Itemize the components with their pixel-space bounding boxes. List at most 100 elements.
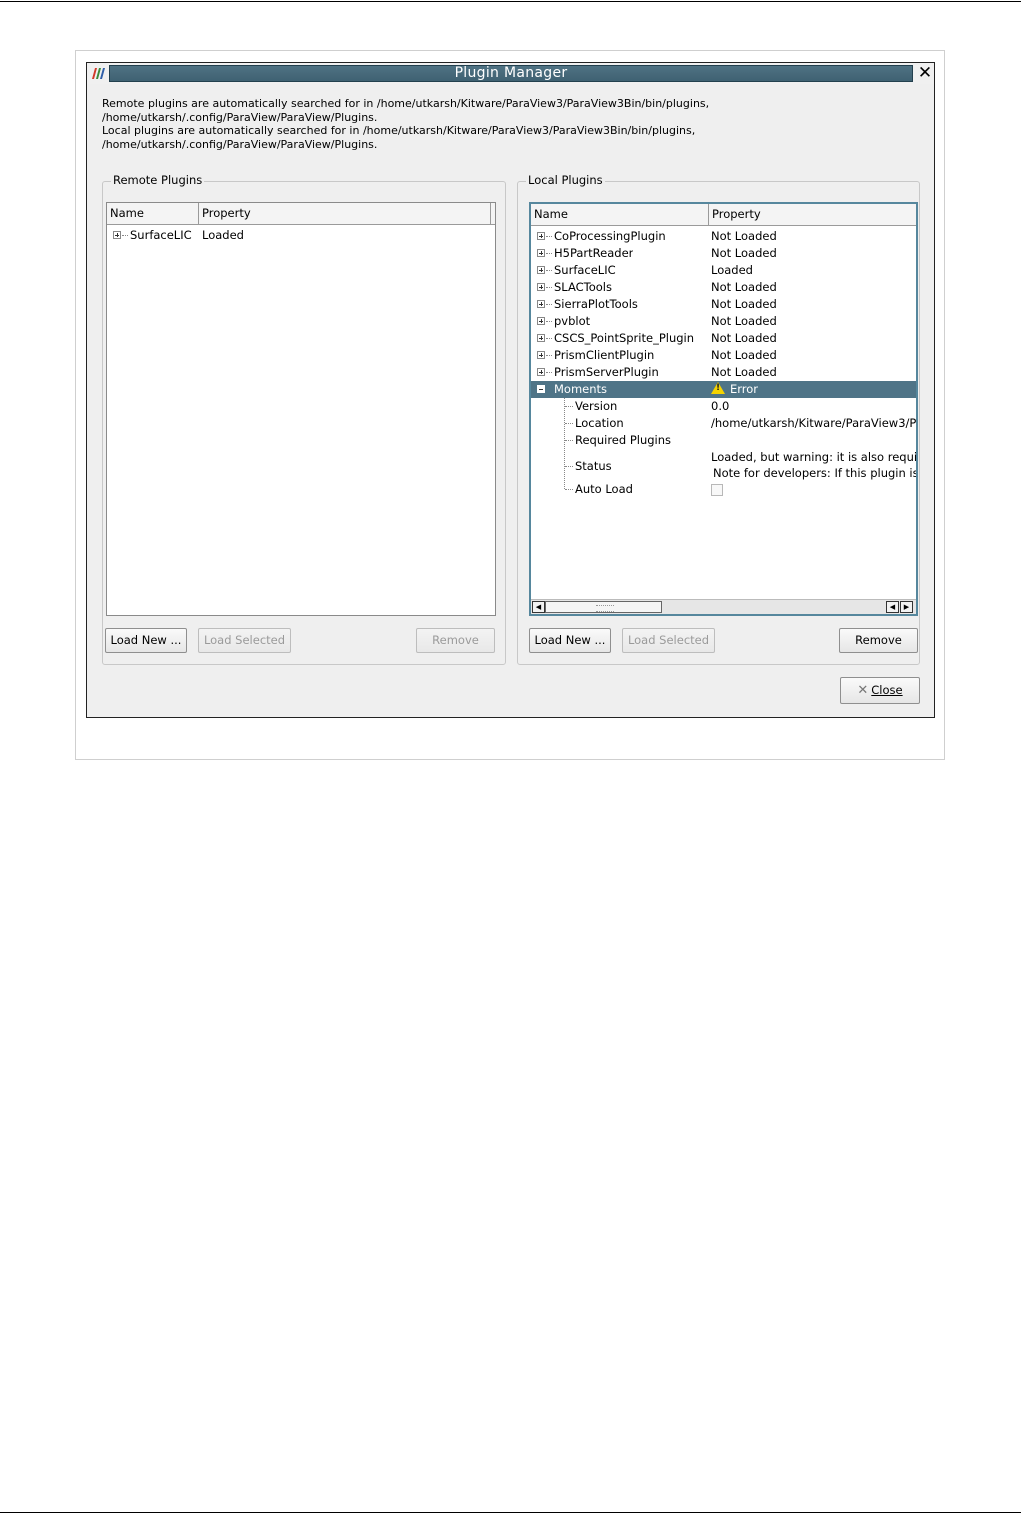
expand-icon[interactable] — [113, 231, 121, 239]
remote-plugins-title: Remote Plugins — [111, 173, 205, 187]
tree-branch-line — [565, 489, 573, 490]
tree-row[interactable]: SurfaceLIC Loaded — [531, 262, 916, 279]
tree-row[interactable]: CoProcessingPlugin Not Loaded — [531, 228, 916, 245]
remote-plugins-tree[interactable]: Name Property SurfaceLIC Loaded — [106, 202, 496, 616]
scroll-left-icon[interactable]: ◀ — [886, 601, 899, 613]
plugin-name: pvblot — [554, 314, 591, 328]
tree-row[interactable]: CSCS_PointSprite_Plugin Not Loaded — [531, 330, 916, 347]
expand-icon[interactable] — [537, 232, 545, 240]
local-remove-button[interactable]: Remove — [839, 628, 918, 653]
plugin-property: Not Loaded — [711, 365, 777, 379]
page-bottom-rule — [0, 1512, 1021, 1513]
tree-branch-line — [546, 287, 552, 288]
tree-branch-line — [565, 440, 573, 441]
tree-row[interactable]: SurfaceLIC Loaded — [107, 227, 495, 244]
detail-row-auto-load[interactable]: Auto Load — [531, 481, 916, 498]
tree-row[interactable]: pvblot Not Loaded — [531, 313, 916, 330]
plugin-name: CSCS_PointSprite_Plugin — [554, 331, 695, 345]
plugin-property: Not Loaded — [711, 229, 777, 243]
title-bar: Plugin Manager ✕ — [87, 63, 934, 84]
plugin-name: SLACTools — [554, 280, 612, 294]
remote-remove-button[interactable]: Remove — [416, 628, 495, 653]
tree-branch-line — [546, 321, 552, 322]
plugin-name: PrismServerPlugin — [554, 365, 659, 379]
tree-row[interactable]: H5PartReader Not Loaded — [531, 245, 916, 262]
local-plugins-tree[interactable]: Name Property CoProcessingPlugin Not Loa… — [529, 202, 918, 616]
tree-branch-line — [546, 338, 552, 339]
detail-row-required-plugins[interactable]: Required Plugins — [531, 432, 916, 449]
expand-icon[interactable] — [537, 283, 545, 291]
tree-row[interactable]: SLACTools Not Loaded — [531, 279, 916, 296]
detail-row-version[interactable]: Version 0.0 — [531, 398, 916, 415]
scroll-left-icon[interactable]: ◀ — [532, 601, 545, 613]
info-line: Remote plugins are automatically searche… — [102, 97, 710, 110]
remote-load-selected-button[interactable]: Load Selected — [198, 628, 291, 653]
scroll-right-icon[interactable]: ▶ — [900, 601, 913, 613]
tree-row[interactable]: SierraPlotTools Not Loaded — [531, 296, 916, 313]
close-button-label: Close — [871, 683, 903, 697]
expand-icon[interactable] — [537, 249, 545, 257]
plugin-property: Error — [730, 382, 759, 396]
close-icon: ✕ — [857, 683, 869, 698]
plugin-property: Loaded — [711, 263, 753, 277]
column-header-property[interactable]: Property — [709, 204, 916, 225]
column-header-name[interactable]: Name — [531, 204, 709, 225]
plugin-property: Not Loaded — [711, 348, 777, 362]
plugin-name: Moments — [554, 382, 608, 396]
detail-label: Location — [575, 416, 624, 430]
local-plugins-title: Local Plugins — [526, 173, 605, 187]
tree-branch-line — [565, 423, 573, 424]
detail-label: Status — [575, 459, 612, 473]
plugin-property: Not Loaded — [711, 280, 777, 294]
column-header-property[interactable]: Property — [199, 203, 491, 224]
local-plugins-group: Local Plugins Name Property CoProcessing… — [517, 173, 920, 665]
plugin-name: CoProcessingPlugin — [554, 229, 666, 243]
expand-icon[interactable] — [537, 368, 545, 376]
plugin-property-cell: Error — [711, 381, 758, 398]
detail-value: Loaded, but warning: it is also requi — [711, 450, 916, 464]
expand-icon[interactable] — [537, 351, 545, 359]
column-header-name[interactable]: Name — [107, 203, 199, 224]
auto-load-checkbox[interactable] — [711, 484, 723, 496]
scrollbar-grip — [596, 605, 614, 612]
remote-tree-header: Name Property — [107, 203, 495, 225]
expand-icon[interactable] — [537, 300, 545, 308]
local-load-selected-button[interactable]: Load Selected — [622, 628, 715, 653]
paraview-logo-icon — [92, 68, 105, 79]
plugin-property: Not Loaded — [711, 331, 777, 345]
page-top-rule — [0, 1, 1021, 2]
tree-row-selected[interactable]: Moments Error — [531, 381, 916, 398]
detail-label: Auto Load — [575, 482, 633, 496]
tree-branch-line — [546, 270, 552, 271]
remote-load-new-button[interactable]: Load New ... — [105, 628, 187, 653]
horizontal-scrollbar[interactable]: ◀ ◀ ▶ — [531, 599, 916, 614]
info-line: Local plugins are automatically searched… — [102, 124, 696, 138]
detail-row-status[interactable]: Status Loaded, but warning: it is also r… — [531, 449, 916, 483]
tree-branch-line — [565, 466, 573, 467]
expand-icon[interactable] — [537, 317, 545, 325]
detail-value: /home/utkarsh/Kitware/ParaView3/P — [711, 416, 916, 430]
detail-row-location[interactable]: Location /home/utkarsh/Kitware/ParaView3… — [531, 415, 916, 432]
plugin-name: SurfaceLIC — [554, 263, 616, 277]
local-tree-header: Name Property — [531, 204, 916, 226]
scrollbar-thumb[interactable] — [545, 601, 662, 613]
window-close-icon[interactable]: ✕ — [916, 64, 934, 83]
tree-row[interactable]: PrismClientPlugin Not Loaded — [531, 347, 916, 364]
tree-branch-line — [565, 406, 573, 407]
tree-branch-line — [122, 235, 128, 236]
plugin-property: Loaded — [202, 228, 244, 242]
expand-icon[interactable] — [537, 266, 545, 274]
search-path-info: Remote plugins are automatically searche… — [102, 97, 922, 151]
plugin-property: Not Loaded — [711, 314, 777, 328]
plugin-name: H5PartReader — [554, 246, 634, 260]
expand-icon[interactable] — [537, 334, 545, 342]
close-button[interactable]: ✕ Close — [840, 677, 920, 704]
detail-value: Note for developers: If this plugin is — [713, 466, 916, 480]
plugin-property: Not Loaded — [711, 246, 777, 260]
detail-value: 0.0 — [711, 399, 730, 413]
tree-row[interactable]: PrismServerPlugin Not Loaded — [531, 364, 916, 381]
collapse-icon[interactable] — [537, 385, 545, 393]
window-title: Plugin Manager — [109, 65, 913, 82]
tree-branch-line — [546, 236, 552, 237]
local-load-new-button[interactable]: Load New ... — [529, 628, 611, 653]
